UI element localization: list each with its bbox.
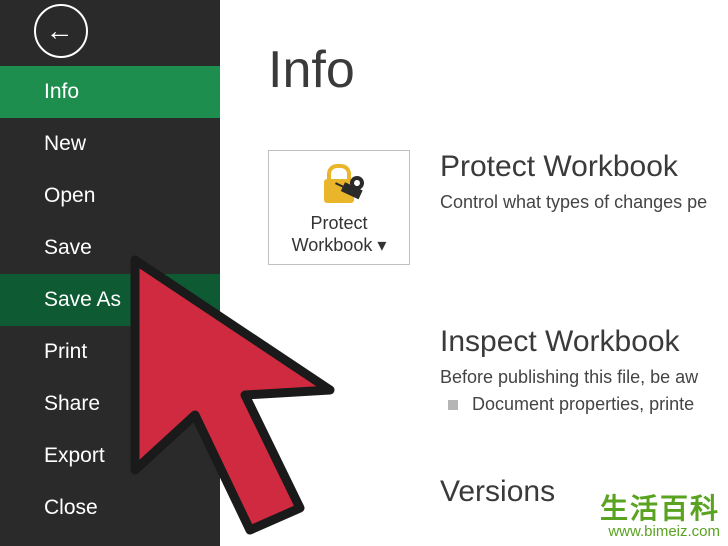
inspect-heading: Inspect Workbook bbox=[440, 325, 728, 359]
page-title: Info bbox=[268, 40, 728, 100]
sidebar-item-save-as[interactable]: Save As bbox=[0, 274, 220, 326]
backstage-sidebar: ← Info New Open Save Save As Print Share… bbox=[0, 0, 220, 546]
versions-heading: Versions bbox=[440, 475, 728, 509]
protect-workbook-button[interactable]: Protect Workbook ▾ bbox=[268, 150, 410, 265]
inspect-bullet-text: Document properties, printe bbox=[472, 394, 694, 415]
sidebar-item-open[interactable]: Open bbox=[0, 170, 220, 222]
inspect-bullet: Document properties, printe bbox=[448, 394, 728, 415]
backstage-view: ← Info New Open Save Save As Print Share… bbox=[0, 0, 728, 546]
sidebar-item-share[interactable]: Share bbox=[0, 378, 220, 430]
sidebar-item-save[interactable]: Save bbox=[0, 222, 220, 274]
versions-section: Versions bbox=[268, 475, 728, 517]
lock-key-icon bbox=[273, 161, 405, 207]
bullet-icon bbox=[448, 400, 458, 410]
back-arrow-icon: ← bbox=[46, 17, 74, 45]
protect-heading: Protect Workbook bbox=[440, 150, 728, 184]
protect-desc: Control what types of changes pe bbox=[440, 192, 728, 213]
protect-section: Protect Workbook ▾ Protect Workbook Cont… bbox=[268, 150, 728, 265]
protect-workbook-button-label: Protect Workbook ▾ bbox=[273, 213, 405, 256]
content-pane: Info Protect Workbook ▾ Protect Wor bbox=[220, 0, 728, 546]
sidebar-item-close[interactable]: Close bbox=[0, 482, 220, 534]
sidebar-item-export[interactable]: Export bbox=[0, 430, 220, 482]
inspect-desc: Before publishing this file, be aw bbox=[440, 367, 728, 388]
sidebar-item-print[interactable]: Print bbox=[0, 326, 220, 378]
sidebar-menu: Info New Open Save Save As Print Share E… bbox=[0, 66, 220, 534]
back-button[interactable]: ← bbox=[34, 4, 88, 58]
sidebar-item-new[interactable]: New bbox=[0, 118, 220, 170]
inspect-section: Inspect Workbook Before publishing this … bbox=[268, 325, 728, 415]
sidebar-item-info[interactable]: Info bbox=[0, 66, 220, 118]
